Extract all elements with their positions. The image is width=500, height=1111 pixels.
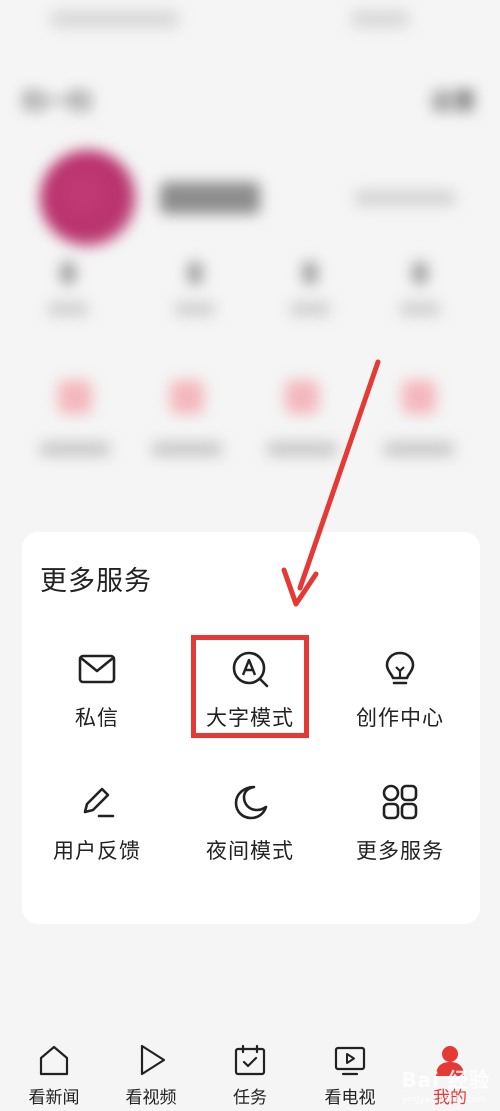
- settings-button[interactable]: 设置: [430, 82, 476, 116]
- lightbulb-icon: [385, 651, 415, 685]
- status-time-placeholder: [50, 10, 180, 28]
- watermark: Bai 经验: [401, 1068, 490, 1092]
- nav-tasks-label: 任务: [233, 1088, 267, 1108]
- user-feedback-button[interactable]: 用户反馈: [22, 782, 172, 865]
- profile-link-placeholder: [355, 190, 455, 206]
- highlight-box: [191, 635, 309, 738]
- status-bar: [0, 0, 500, 40]
- home-icon: [39, 1045, 69, 1076]
- tool-item: [267, 380, 337, 456]
- night-mode-button[interactable]: 夜间模式: [175, 782, 325, 865]
- night-mode-label: 夜间模式: [206, 839, 294, 863]
- stat-column: [175, 262, 215, 316]
- mail-icon: [78, 654, 116, 684]
- status-icons-placeholder: [350, 10, 410, 28]
- tools-card: [22, 360, 480, 480]
- creator-center-button[interactable]: 创作中心: [325, 649, 475, 732]
- private-message-button[interactable]: 私信: [22, 649, 172, 732]
- more-services-label: 更多服务: [356, 839, 444, 863]
- more-services-button[interactable]: 更多服务: [325, 782, 475, 865]
- more-services-title: 更多服务: [40, 566, 152, 597]
- nav-tasks[interactable]: 任务: [204, 1043, 296, 1108]
- nav-tv[interactable]: 看电视: [304, 1043, 396, 1108]
- nav-video-label: 看视频: [125, 1088, 177, 1108]
- more-services-panel: 更多服务 私信 大字模式 创作中心 用户反馈 夜间模式 更多服务: [22, 532, 480, 924]
- nav-news[interactable]: 看新闻: [8, 1043, 100, 1108]
- user-feedback-label: 用户反馈: [53, 839, 141, 863]
- stat-column: [48, 262, 88, 316]
- nav-news-label: 看新闻: [28, 1088, 80, 1108]
- tv-icon: [334, 1046, 366, 1076]
- pencil-icon: [83, 787, 115, 818]
- grid-icon: [382, 784, 418, 820]
- tool-item: [384, 380, 454, 456]
- moon-icon: [234, 785, 268, 820]
- private-message-label: 私信: [75, 706, 119, 730]
- stat-column: [290, 262, 330, 316]
- nav-video[interactable]: 看视频: [105, 1043, 197, 1108]
- watermark-subtext: jingyan.baidu.com: [402, 1095, 486, 1105]
- tool-item: [40, 380, 110, 456]
- play-icon: [140, 1044, 166, 1076]
- profile-name-placeholder: [160, 182, 260, 214]
- tool-item: [152, 380, 222, 456]
- nav-tv-label: 看电视: [324, 1088, 376, 1108]
- creator-center-label: 创作中心: [356, 706, 444, 730]
- stat-column: [400, 262, 440, 316]
- avatar[interactable]: [40, 150, 136, 246]
- scan-button[interactable]: 扫一扫: [22, 82, 91, 116]
- calendar-check-icon: [234, 1044, 266, 1076]
